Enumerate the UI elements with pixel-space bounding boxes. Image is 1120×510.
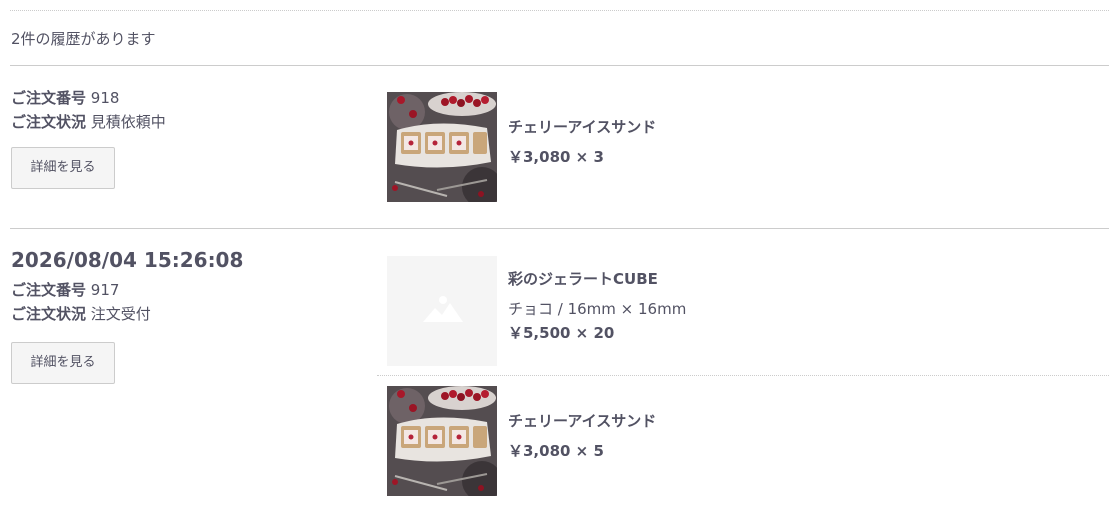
item-variant: チョコ / 16mm × 16mm [508,300,687,318]
order-date: 2026/08/04 15:26:08 [11,248,244,272]
item-text: 彩のジェラートCUBE チョコ / 16mm × 16mm ￥5,500 × 2… [508,268,686,344]
no-image-placeholder[interactable] [387,256,497,366]
item-text: チェリーアイスサンド ￥3,080 × 3 [508,116,656,168]
view-details-button[interactable]: 詳細を見る [11,147,115,189]
order-item: チェリーアイスサンド ￥3,080 × 3 [387,92,1107,202]
cherry-ice-sandwich-image[interactable] [387,386,497,496]
order-status-line: ご注文状況 見積依頼中 [11,110,166,134]
order-number: 918 [90,89,120,107]
order-number-line: ご注文番号 917 [11,278,243,302]
image-placeholder-icon [387,256,497,366]
order-number-label: ご注文番号 [11,281,87,299]
item-name[interactable]: チェリーアイスサンド [508,410,656,432]
item-divider [377,375,1109,376]
order-status: 見積依頼中 [90,113,166,131]
cherry-ice-sandwich-image[interactable] [387,92,497,202]
item-text: チェリーアイスサンド ￥3,080 × 5 [508,410,656,462]
order-status-label: ご注文状況 [11,113,87,131]
order-item: 彩のジェラートCUBE チョコ / 16mm × 16mm ￥5,500 × 2… [387,256,1107,366]
order-status-line: ご注文状況 注文受付 [11,302,243,326]
order-info-917: 2026/08/04 15:26:08 ご注文番号 917 ご注文状況 注文受付… [11,248,243,384]
order-number-line: ご注文番号 918 [11,86,166,110]
item-name[interactable]: 彩のジェラートCUBE [508,268,686,290]
order-status-label: ご注文状況 [11,305,87,323]
order-info-918: ご注文番号 918 ご注文状況 見積依頼中 詳細を見る [11,86,166,189]
section-divider [10,65,1109,66]
item-price-qty: ￥3,080 × 3 [508,148,604,166]
order-item: チェリーアイスサンド ￥3,080 × 5 [387,386,1107,496]
order-status: 注文受付 [90,305,151,323]
view-details-button[interactable]: 詳細を見る [11,342,115,384]
item-price-qty: ￥5,500 × 20 [508,324,615,342]
section-divider [10,228,1109,229]
top-divider [10,10,1109,11]
item-price-qty: ￥3,080 × 5 [508,442,604,460]
order-number-label: ご注文番号 [11,89,87,107]
order-number: 917 [90,281,120,299]
item-name[interactable]: チェリーアイスサンド [508,116,656,138]
history-count: 2件の履歴があります [11,30,156,48]
